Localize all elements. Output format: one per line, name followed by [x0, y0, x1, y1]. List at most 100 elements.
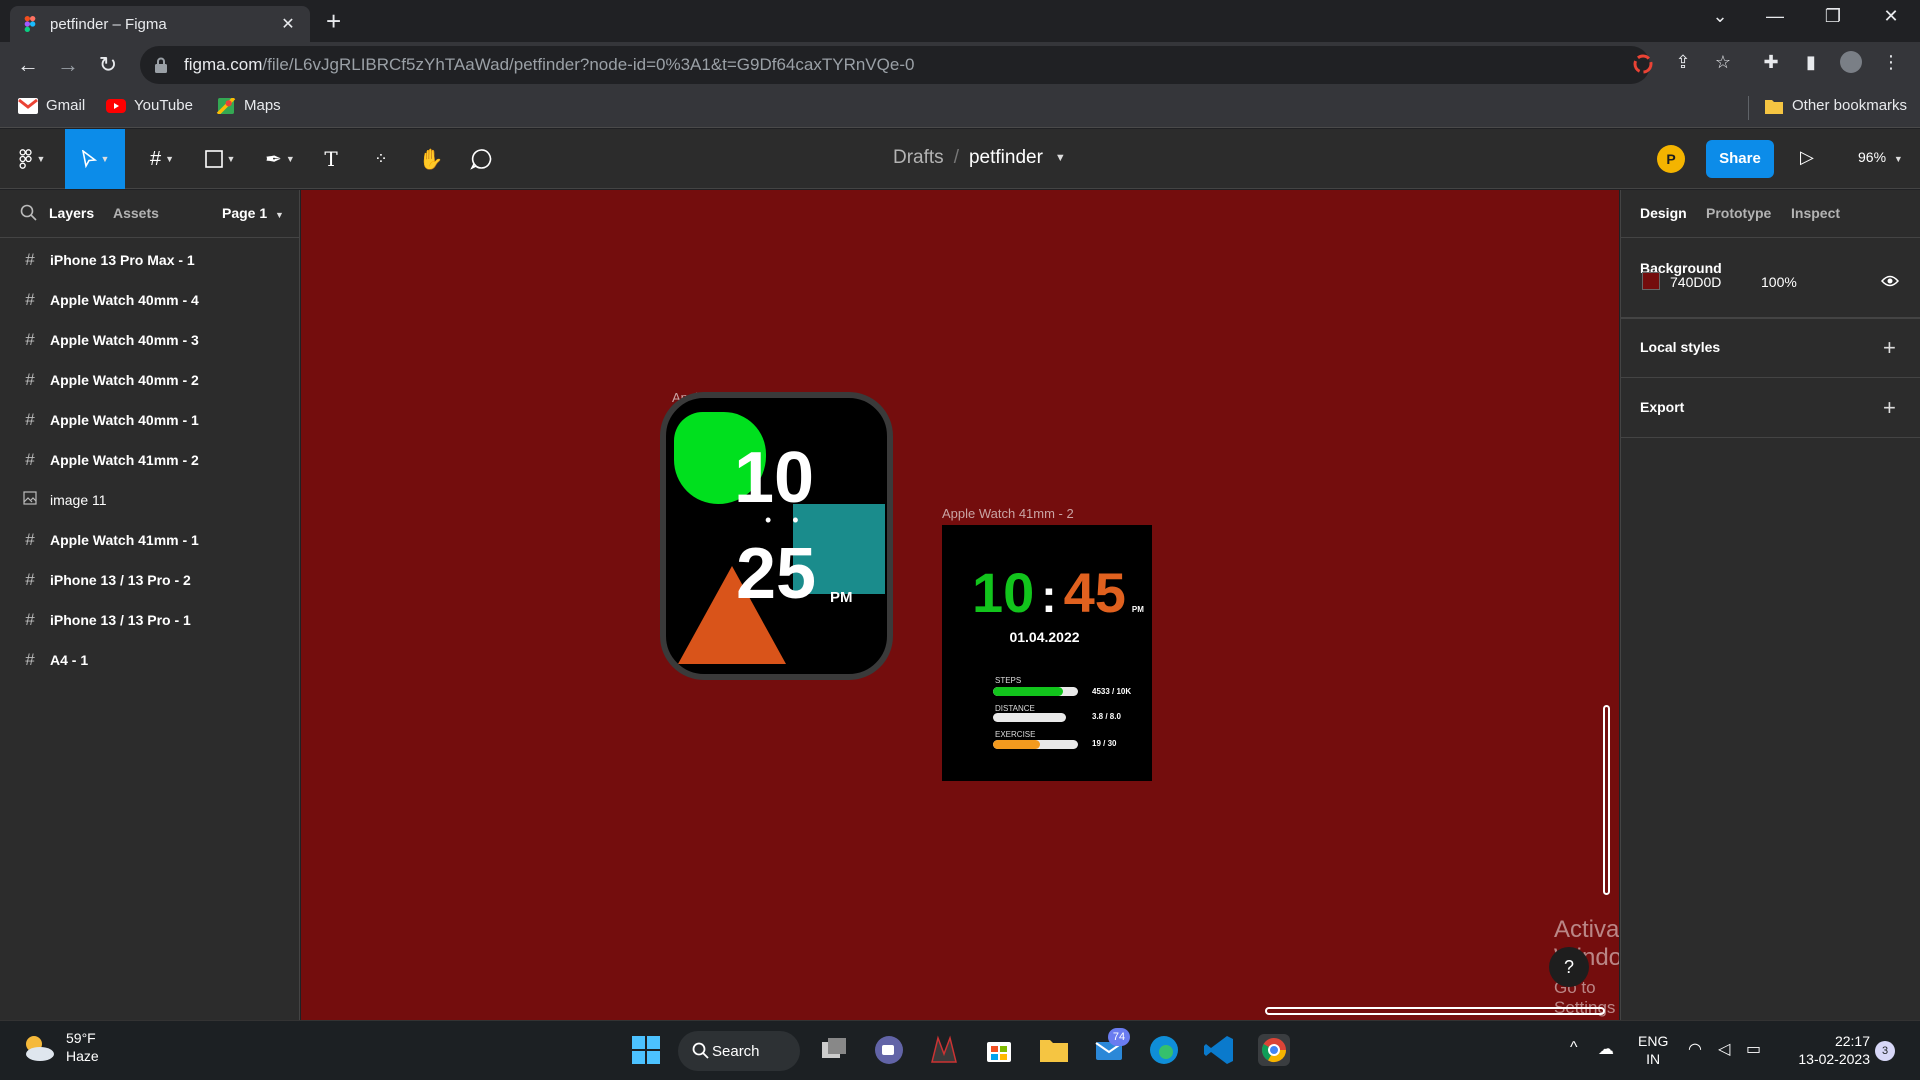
move-tool-button[interactable]: ▼ [65, 129, 125, 189]
share-page-icon[interactable]: ⇪ [1672, 51, 1694, 73]
text-tool-button[interactable]: T [314, 129, 348, 189]
language-indicator[interactable]: ENG IN [1638, 1032, 1668, 1068]
vertical-scrollbar[interactable] [1603, 705, 1610, 895]
restore-icon[interactable]: ❐ [1818, 6, 1848, 27]
weather-widget[interactable]: 59°F Haze [20, 1029, 99, 1065]
layer-row[interactable]: # iPhone 13 Pro Max - 1 [0, 240, 300, 280]
layer-row[interactable]: # Apple Watch 40mm - 2 [0, 360, 300, 400]
page-selector[interactable]: Page 1 ▼ [222, 205, 284, 221]
hand-tool-button[interactable]: ✋ [414, 129, 448, 189]
pen-tool-button[interactable]: ✒ ▼ [256, 129, 304, 189]
volume-icon[interactable]: ◁ [1718, 1039, 1730, 1059]
taskbar-search[interactable]: Search [678, 1031, 800, 1071]
gmail-icon [18, 97, 38, 114]
profile-avatar[interactable] [1840, 51, 1862, 73]
address-bar[interactable]: figma.com/file/L6vJgRLIBRCf5zYhTAaWad/pe… [140, 46, 1650, 84]
cursor-icon [81, 150, 97, 168]
tab-search-chevron-icon[interactable]: ⌄ [1705, 6, 1735, 27]
taskbar-clock[interactable]: 22:17 13-02-2023 [1790, 1032, 1870, 1068]
weather-temperature: 59°F [66, 1030, 96, 1046]
image-icon [23, 490, 37, 510]
new-tab-icon[interactable]: + [326, 8, 341, 34]
eye-icon[interactable] [1881, 274, 1899, 288]
show-hidden-icons-chevron-icon[interactable]: ^ [1570, 1039, 1578, 1057]
battery-icon[interactable]: ▭ [1746, 1039, 1761, 1059]
background-opacity[interactable]: 100% [1761, 274, 1797, 290]
bookmark-youtube[interactable]: YouTube [106, 97, 193, 114]
layer-row[interactable]: # A4 - 1 [0, 640, 300, 680]
present-play-icon[interactable]: ▷ [1800, 147, 1814, 168]
search-icon[interactable] [20, 204, 38, 222]
frame-tool-button[interactable]: # ▼ [138, 129, 186, 189]
windows-start-icon[interactable] [630, 1034, 662, 1066]
close-tab-icon[interactable]: ✕ [278, 14, 298, 34]
minimize-icon[interactable]: — [1760, 6, 1790, 27]
acer-app-icon[interactable] [928, 1034, 960, 1066]
help-button[interactable]: ? [1549, 947, 1589, 987]
notification-badge[interactable]: 3 [1875, 1041, 1895, 1061]
layer-row[interactable]: # Apple Watch 40mm - 1 [0, 400, 300, 440]
google-lens-icon[interactable] [1632, 54, 1654, 76]
progress-fill [993, 740, 1040, 749]
export-section: Export + [1621, 378, 1920, 438]
forward-icon[interactable]: → [54, 52, 82, 78]
tab-prototype[interactable]: Prototype [1706, 205, 1771, 221]
browser-tab[interactable]: petfinder – Figma ✕ [10, 6, 310, 42]
layer-row[interactable]: # Apple Watch 40mm - 4 [0, 280, 300, 320]
layer-row[interactable]: image 11 [0, 480, 300, 520]
layer-row[interactable]: # Apple Watch 40mm - 3 [0, 320, 300, 360]
tab-layers[interactable]: Layers [49, 205, 94, 221]
background-color-swatch[interactable] [1642, 272, 1660, 290]
avatar[interactable]: P [1657, 145, 1685, 173]
shape-tool-button[interactable]: ▼ [196, 129, 244, 189]
reload-icon[interactable]: ↻ [94, 52, 122, 78]
chrome-icon[interactable] [1258, 1034, 1290, 1066]
main-menu-button[interactable]: ▼ [8, 129, 56, 189]
onedrive-cloud-icon[interactable]: ☁ [1598, 1039, 1614, 1059]
layer-row[interactable]: # Apple Watch 41mm - 1 [0, 520, 300, 560]
tab-design[interactable]: Design [1640, 205, 1687, 221]
add-export-plus-icon[interactable]: + [1883, 397, 1896, 419]
close-window-icon[interactable]: ✕ [1876, 6, 1906, 27]
bookmark-maps[interactable]: Maps [216, 97, 281, 114]
teams-chat-icon[interactable] [873, 1034, 905, 1066]
extensions-icon[interactable]: ✚ [1760, 51, 1782, 73]
layers-panel: Layers Assets Page 1 ▼ # iPhone 13 Pro Ma… [0, 190, 300, 1020]
edge-icon[interactable] [1148, 1034, 1180, 1066]
task-view-icon[interactable] [818, 1034, 850, 1066]
background-hex[interactable]: 740D0D [1670, 274, 1721, 290]
browser-menu-icon[interactable]: ⋮ [1880, 51, 1902, 73]
tab-inspect[interactable]: Inspect [1791, 205, 1840, 221]
bookmark-star-icon[interactable]: ☆ [1712, 51, 1734, 73]
layer-row[interactable]: # Apple Watch 41mm - 2 [0, 440, 300, 480]
resources-button[interactable]: ⁘ [364, 129, 398, 189]
wifi-icon[interactable]: ◠ [1688, 1039, 1702, 1059]
other-bookmarks[interactable]: Other bookmarks [1764, 97, 1907, 114]
microsoft-store-icon[interactable] [983, 1034, 1015, 1066]
breadcrumb-drafts[interactable]: Drafts [893, 147, 944, 169]
back-icon[interactable]: ← [14, 52, 42, 78]
comment-tool-button[interactable] [464, 129, 498, 189]
file-name[interactable]: petfinder [969, 147, 1043, 169]
canvas[interactable]: Apple Watch 41mm - 1 10 • • 25 PM Apple … [301, 190, 1619, 1020]
file-explorer-icon[interactable] [1038, 1034, 1070, 1066]
apple-watch-41mm-1-frame[interactable]: 10 • • 25 PM [660, 392, 893, 680]
apple-watch-41mm-2-frame[interactable]: 10 : 45 PM 01.04.2022 STEPS 4533 / 10K D… [942, 525, 1152, 781]
zoom-value: 96% [1858, 149, 1887, 165]
share-button[interactable]: Share [1706, 140, 1774, 178]
tab-assets[interactable]: Assets [113, 205, 159, 221]
layer-name: Apple Watch 40mm - 3 [50, 332, 199, 348]
stat-value-exercise: 19 / 30 [1092, 739, 1117, 748]
zoom-menu[interactable]: 96% ▼ [1858, 149, 1903, 165]
region-code: IN [1646, 1051, 1661, 1067]
layer-row[interactable]: # iPhone 13 / 13 Pro - 2 [0, 560, 300, 600]
bookmark-gmail[interactable]: Gmail [18, 97, 85, 114]
layer-row[interactable]: # iPhone 13 / 13 Pro - 1 [0, 600, 300, 640]
chevron-down-icon[interactable]: ▼ [1055, 152, 1066, 164]
vscode-icon[interactable] [1203, 1034, 1235, 1066]
progress-fill [993, 687, 1063, 696]
frame-label[interactable]: Apple Watch 41mm - 2 [942, 506, 1074, 521]
side-panel-icon[interactable]: ▮ [1800, 51, 1822, 73]
add-style-plus-icon[interactable]: + [1883, 337, 1896, 359]
watch-minute: 45 [1063, 561, 1126, 624]
